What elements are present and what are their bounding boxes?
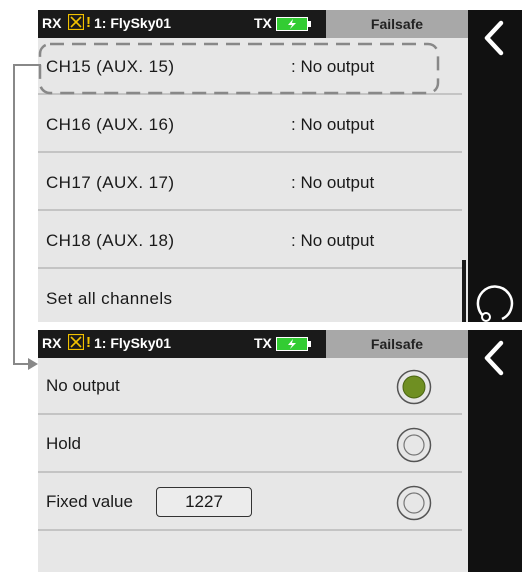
channel-value: : No output bbox=[291, 57, 375, 76]
side-nav-top bbox=[468, 10, 522, 322]
channel-value: : No output bbox=[291, 115, 375, 134]
channel-list-screen: RX ! 1: FlySky01 TX Failsafe CH15 (AUX. … bbox=[38, 10, 468, 322]
rx-disconnected-icon bbox=[68, 14, 84, 30]
rx-label: RX bbox=[42, 335, 62, 351]
screen-title: Failsafe bbox=[326, 10, 468, 38]
option-row-hold[interactable]: Hold bbox=[38, 416, 462, 473]
divider bbox=[38, 93, 462, 95]
rx-label: RX bbox=[42, 15, 62, 31]
connector-arrow bbox=[13, 64, 41, 365]
divider bbox=[38, 529, 462, 531]
battery-charging-icon bbox=[276, 17, 311, 31]
option-row-fixed-value[interactable]: Fixed value 1227 bbox=[38, 474, 462, 531]
divider bbox=[38, 413, 462, 415]
side-nav-bottom bbox=[468, 330, 522, 572]
divider bbox=[38, 267, 462, 269]
battery-charging-icon bbox=[276, 337, 311, 351]
screen-title: Failsafe bbox=[326, 330, 468, 358]
channel-label: CH15 (AUX. 15) bbox=[46, 57, 175, 76]
option-label: No output bbox=[46, 376, 120, 395]
radio-selected[interactable] bbox=[396, 369, 432, 405]
rotate-icon[interactable] bbox=[474, 280, 518, 324]
option-label: Fixed value bbox=[46, 492, 133, 511]
divider bbox=[38, 151, 462, 153]
channel-label: CH17 (AUX. 17) bbox=[46, 173, 175, 192]
failsafe-option-screen: RX ! 1: FlySky01 TX Failsafe No output H… bbox=[38, 330, 468, 572]
status-bar: RX ! 1: FlySky01 TX Failsafe bbox=[38, 10, 468, 38]
scrollbar[interactable] bbox=[462, 260, 466, 322]
back-chevron-icon[interactable] bbox=[480, 338, 506, 378]
model-name: 1: FlySky01 bbox=[94, 15, 172, 31]
radio-unselected[interactable] bbox=[396, 427, 432, 463]
warning-icon: ! bbox=[86, 334, 91, 351]
radio-unselected[interactable] bbox=[396, 485, 432, 521]
channel-value: : No output bbox=[291, 173, 375, 192]
status-bar: RX ! 1: FlySky01 TX Failsafe bbox=[38, 330, 468, 358]
set-all-channels-label: Set all channels bbox=[46, 289, 173, 308]
warning-icon: ! bbox=[86, 14, 91, 31]
back-chevron-icon[interactable] bbox=[480, 18, 506, 58]
channel-row-ch18[interactable]: CH18 (AUX. 18) : No output bbox=[38, 212, 462, 269]
fixed-value-input[interactable]: 1227 bbox=[156, 487, 252, 517]
model-name: 1: FlySky01 bbox=[94, 335, 172, 351]
channel-row-ch17[interactable]: CH17 (AUX. 17) : No output bbox=[38, 154, 462, 211]
channel-label: CH18 (AUX. 18) bbox=[46, 231, 175, 250]
divider bbox=[38, 209, 462, 211]
option-label: Hold bbox=[46, 434, 81, 453]
option-row-no-output[interactable]: No output bbox=[38, 358, 462, 415]
divider bbox=[38, 471, 462, 473]
channel-row-ch16[interactable]: CH16 (AUX. 16) : No output bbox=[38, 96, 462, 153]
channel-label: CH16 (AUX. 16) bbox=[46, 115, 175, 134]
rx-disconnected-icon bbox=[68, 334, 84, 350]
set-all-channels-row[interactable]: Set all channels bbox=[38, 270, 462, 322]
channel-value: : No output bbox=[291, 231, 375, 250]
arrow-head-icon bbox=[28, 358, 38, 370]
tx-label: TX bbox=[254, 335, 272, 351]
tx-label: TX bbox=[254, 15, 272, 31]
channel-row-ch15[interactable]: CH15 (AUX. 15) : No output bbox=[38, 38, 462, 95]
